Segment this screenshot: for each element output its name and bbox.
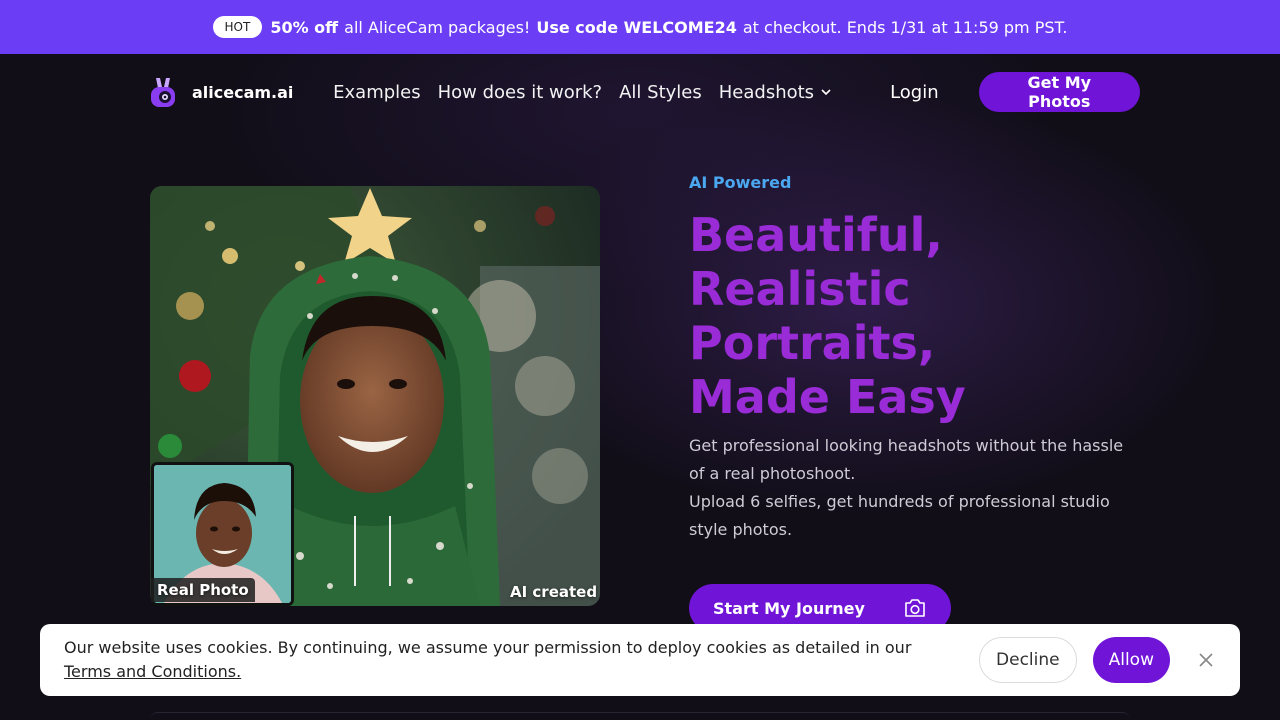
ai-powered-label: AI Powered (689, 173, 792, 192)
headline-line: Made Easy (689, 370, 966, 424)
main-nav: Examples How does it work? All Styles He… (333, 82, 832, 103)
cookie-banner: Our website uses cookies. By continuing,… (40, 624, 1240, 696)
headline-line: Realistic (689, 262, 911, 316)
promo-highlight: 50% off (270, 17, 339, 37)
cookie-text: Our website uses cookies. By continuing,… (64, 638, 912, 657)
headline-line: Beautiful, (689, 208, 943, 262)
nav-all-styles[interactable]: All Styles (619, 82, 702, 103)
hero-subtext-line: Get professional looking headshots witho… (689, 436, 1124, 483)
promo-bar: HOT 50% off all AliceCam packages! Use c… (0, 0, 1280, 54)
camera-icon (905, 599, 925, 617)
hot-badge: HOT (212, 16, 263, 38)
promo-deadline: at checkout. Ends 1/31 at 11:59 pm PST. (742, 17, 1068, 37)
chevron-down-icon (821, 89, 831, 96)
hero-headline: Beautiful, Realistic Portraits, Made Eas… (689, 208, 1149, 424)
allow-button[interactable]: Allow (1092, 637, 1170, 683)
logo[interactable]: alicecam.ai (150, 76, 333, 108)
promo-code: Use code WELCOME24 (536, 17, 737, 37)
nav-headshots[interactable]: Headshots (719, 82, 832, 103)
next-section-edge (150, 712, 1130, 720)
site-header: alicecam.ai Examples How does it work? A… (150, 72, 1140, 112)
login-link[interactable]: Login (890, 82, 939, 103)
hero-subtext: Get professional looking headshots witho… (689, 432, 1139, 544)
terms-link[interactable]: Terms and Conditions. (64, 662, 241, 681)
decline-button[interactable]: Decline (979, 637, 1077, 683)
get-my-photos-button[interactable]: Get My Photos (978, 72, 1140, 112)
logo-text: alicecam.ai (192, 82, 294, 102)
headline-line: Portraits, (689, 316, 936, 370)
cookie-message: Our website uses cookies. By continuing,… (64, 636, 944, 684)
start-my-journey-label: Start My Journey (713, 598, 865, 618)
close-icon[interactable] (1196, 650, 1216, 670)
nav-how-it-works[interactable]: How does it work? (438, 82, 603, 103)
cookie-actions: Decline Allow (979, 637, 1216, 683)
promo-text: all AliceCam packages! (344, 17, 531, 37)
bunny-logo-icon (151, 78, 175, 107)
nav-examples[interactable]: Examples (333, 82, 420, 103)
ai-created-caption: AI created (510, 583, 598, 601)
nav-headshots-label: Headshots (718, 81, 815, 103)
real-photo-caption: Real Photo (151, 578, 255, 602)
hero-subtext-line: Upload 6 selfies, get hundreds of profes… (689, 492, 1110, 539)
